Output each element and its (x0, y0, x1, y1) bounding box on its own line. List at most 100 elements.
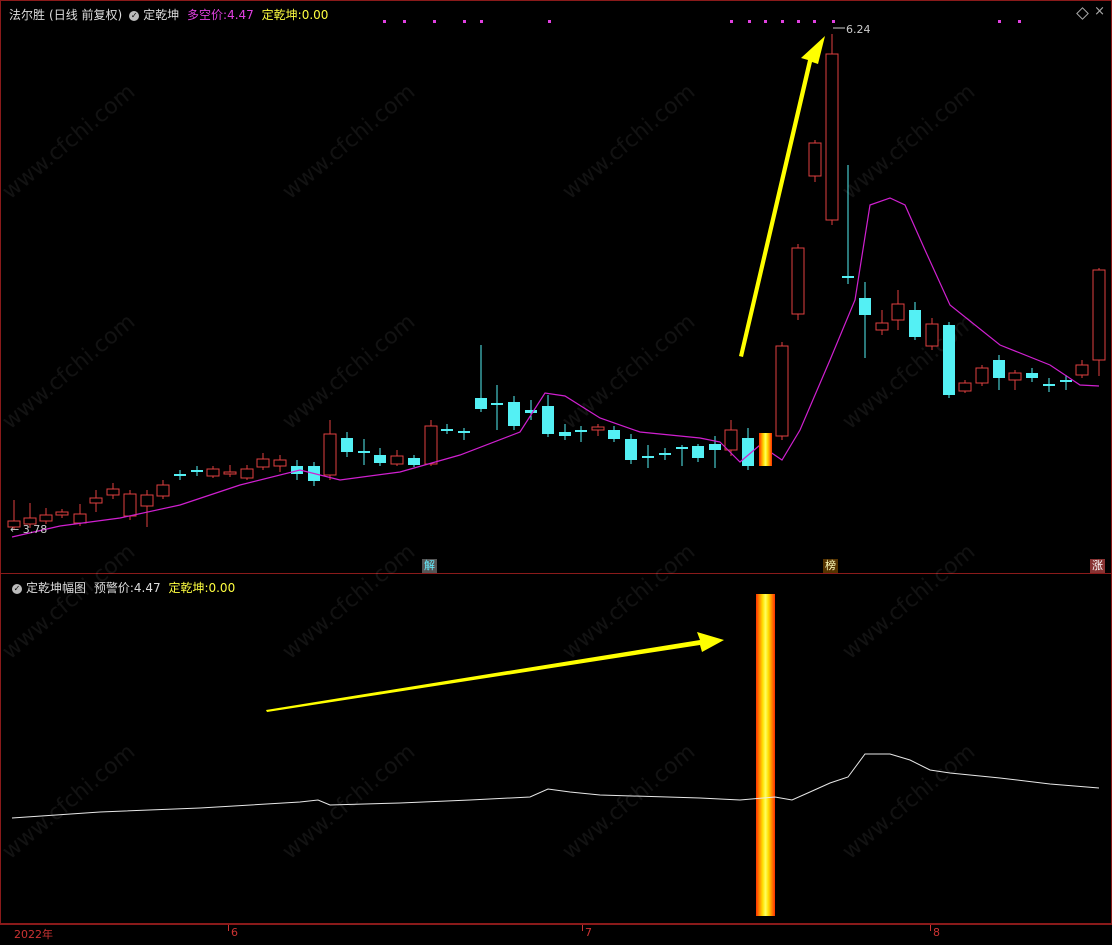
low-price-value: 3.78 (22, 523, 48, 536)
candle-body (174, 474, 186, 476)
signal-dot (730, 20, 733, 23)
candle-body (256, 458, 270, 468)
candle-body (123, 493, 137, 517)
tag-bang[interactable]: 榜 (823, 559, 838, 573)
candle-body (1092, 269, 1106, 361)
candle-body (559, 432, 571, 436)
sub-flame-bar (756, 594, 775, 916)
candle-body (240, 468, 254, 479)
signal-dot (463, 20, 466, 23)
signal-dot (548, 20, 551, 23)
candle-body (458, 431, 470, 433)
candle-body (709, 444, 721, 450)
candle-body (1043, 384, 1055, 386)
watermark-text: www.cfchi.com (838, 539, 980, 664)
watermark-text: www.cfchi.com (0, 309, 140, 434)
tick-m6 (228, 925, 229, 931)
candle-body (875, 322, 889, 331)
candle-body (542, 406, 554, 434)
candle-body (390, 455, 404, 465)
highlight-candle (759, 433, 772, 466)
candle-body (191, 470, 203, 472)
candle-body (89, 497, 103, 504)
high-price-label: 6.24 (846, 23, 871, 36)
candle-body (975, 367, 989, 384)
tick-m8 (930, 925, 931, 931)
signal-dot (748, 20, 751, 23)
watermark-text: www.cfchi.com (838, 739, 980, 864)
candlestick-chart[interactable]: www.cfchi.com www.cfchi.com www.cfchi.com w… (0, 0, 1112, 944)
ma-line (11, 197, 1100, 538)
signal-dot (832, 20, 835, 23)
candle-body (659, 453, 671, 455)
watermark-text: www.cfchi.com (838, 79, 980, 204)
candle-body (791, 247, 805, 315)
candle-body (39, 514, 53, 522)
watermark-text: www.cfchi.com (558, 79, 700, 204)
candle-body (106, 488, 120, 496)
candle-body (859, 298, 871, 315)
candle-body (676, 447, 688, 449)
candle-body (625, 439, 637, 460)
candle-body (724, 429, 738, 451)
candle-body (73, 513, 87, 524)
candle-body (341, 438, 353, 452)
candle-body (591, 426, 605, 431)
candle-body (993, 360, 1005, 378)
candle-body (156, 484, 170, 497)
axis-m6: 6 (231, 926, 238, 939)
signal-dot (403, 20, 406, 23)
candle-body (1008, 372, 1022, 381)
watermark-text: www.cfchi.com (558, 309, 700, 434)
candle-body (608, 430, 620, 439)
axis-m8: 8 (933, 926, 940, 939)
signal-dot (781, 20, 784, 23)
candle-body (508, 402, 520, 426)
candle-body (1075, 364, 1089, 376)
candle-body (943, 325, 955, 395)
main-arrow (739, 36, 825, 357)
candle-body (374, 455, 386, 463)
signal-dot (998, 20, 1001, 23)
candle-body (525, 410, 537, 413)
axis-year: 2022年 (14, 928, 53, 941)
watermark-text: www.cfchi.com (278, 309, 420, 434)
watermark-text: www.cfchi.com (838, 309, 980, 434)
tag-jie[interactable]: 解 (422, 559, 437, 573)
candle-body (925, 323, 939, 347)
candle-body (441, 429, 453, 431)
signal-dot (383, 20, 386, 23)
candle-body (491, 403, 503, 405)
candle-body (140, 494, 154, 507)
watermark-text: www.cfchi.com (558, 739, 700, 864)
candle-body (909, 310, 921, 337)
sub-arrow (266, 632, 724, 712)
time-axis: 2022年 6 7 8 (0, 924, 1112, 945)
candle-body (775, 345, 789, 437)
signal-dot (764, 20, 767, 23)
signal-dot (813, 20, 816, 23)
candle-body (323, 433, 337, 476)
signal-dot (1018, 20, 1021, 23)
candle-body (475, 398, 487, 409)
candle-body (424, 425, 438, 465)
candle-body (958, 382, 972, 392)
candle-body (223, 471, 237, 475)
candle-body (825, 53, 839, 221)
candle-body (842, 276, 854, 278)
watermark-text: www.cfchi.com (0, 539, 140, 664)
candle-body (55, 511, 69, 516)
candle-body (408, 458, 420, 465)
watermark-text: www.cfchi.com (0, 79, 140, 204)
candle-body (642, 456, 654, 458)
candle-body (206, 468, 220, 477)
signal-dot (480, 20, 483, 23)
candle-body (358, 451, 370, 453)
candle-body (692, 446, 704, 458)
tag-zhang[interactable]: 涨 (1090, 559, 1105, 573)
low-price-label: ← 3.78 (10, 523, 48, 536)
watermark-text: www.cfchi.com (278, 539, 420, 664)
signal-dots (383, 20, 1021, 23)
candle-body (1060, 380, 1072, 382)
watermark-text: www.cfchi.com (278, 79, 420, 204)
